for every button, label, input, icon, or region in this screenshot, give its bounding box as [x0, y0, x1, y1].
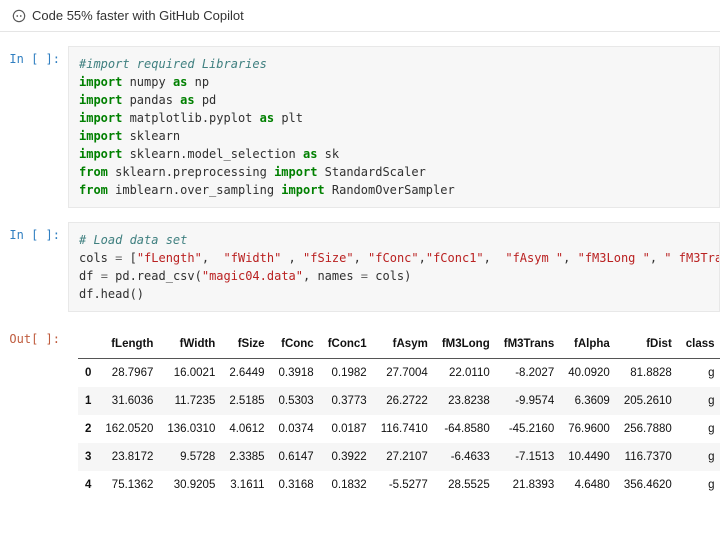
- promo-banner-text: Code 55% faster with GitHub Copilot: [32, 8, 244, 23]
- table-cell: 23.8172: [98, 443, 160, 471]
- table-cell: 27.2107: [374, 443, 435, 471]
- table-cell: g: [679, 387, 720, 415]
- column-header: fConc: [272, 330, 321, 359]
- dataframe-table: fLengthfWidthfSizefConcfConc1fAsymfM3Lon…: [78, 330, 720, 499]
- table-cell: 356.4620: [617, 471, 679, 499]
- table-cell: 0.3168: [272, 471, 321, 499]
- row-index: 1: [78, 387, 98, 415]
- column-header: fAsym: [374, 330, 435, 359]
- column-header: class: [679, 330, 720, 359]
- table-cell: g: [679, 443, 720, 471]
- table-cell: 0.0374: [272, 415, 321, 443]
- table-cell: 11.7235: [160, 387, 222, 415]
- input-prompt: In [ ]:: [0, 46, 68, 208]
- table-cell: 2.3385: [222, 443, 271, 471]
- table-cell: 9.5728: [160, 443, 222, 471]
- column-header: fSize: [222, 330, 271, 359]
- table-cell: 205.2610: [617, 387, 679, 415]
- row-index: 0: [78, 359, 98, 388]
- table-cell: 256.7880: [617, 415, 679, 443]
- table-header-row: fLengthfWidthfSizefConcfConc1fAsymfM3Lon…: [78, 330, 720, 359]
- table-cell: -6.4633: [435, 443, 497, 471]
- promo-banner[interactable]: Code 55% faster with GitHub Copilot: [0, 0, 720, 32]
- code-input[interactable]: #import required Libraries import numpy …: [68, 46, 720, 208]
- table-cell: 28.5525: [435, 471, 497, 499]
- table-row: 131.603611.72352.51850.53030.377326.2722…: [78, 387, 720, 415]
- table-cell: 30.9205: [160, 471, 222, 499]
- table-corner: [78, 330, 98, 359]
- table-cell: 22.0110: [435, 359, 497, 388]
- table-cell: 26.2722: [374, 387, 435, 415]
- table-cell: 27.7004: [374, 359, 435, 388]
- notebook: In [ ]: #import required Libraries impor…: [0, 46, 720, 519]
- code-cell-2: In [ ]: # Load data set cols = ["fLength…: [0, 222, 720, 312]
- table-cell: 6.3609: [561, 387, 617, 415]
- column-header: fDist: [617, 330, 679, 359]
- table-cell: 28.7967: [98, 359, 160, 388]
- table-cell: 2.5185: [222, 387, 271, 415]
- table-cell: 81.8828: [617, 359, 679, 388]
- table-cell: -5.5277: [374, 471, 435, 499]
- table-cell: 0.1982: [321, 359, 374, 388]
- table-cell: 0.6147: [272, 443, 321, 471]
- table-cell: 0.5303: [272, 387, 321, 415]
- table-cell: -45.2160: [497, 415, 562, 443]
- table-cell: 75.1362: [98, 471, 160, 499]
- table-cell: 23.8238: [435, 387, 497, 415]
- table-row: 475.136230.92053.16110.31680.1832-5.5277…: [78, 471, 720, 499]
- column-header: fWidth: [160, 330, 222, 359]
- table-cell: 4.0612: [222, 415, 271, 443]
- table-cell: 40.0920: [561, 359, 617, 388]
- table-cell: 2.6449: [222, 359, 271, 388]
- table-row: 323.81729.57282.33850.61470.392227.2107-…: [78, 443, 720, 471]
- table-cell: 116.7370: [617, 443, 679, 471]
- table-cell: g: [679, 415, 720, 443]
- table-cell: 0.1832: [321, 471, 374, 499]
- code-input[interactable]: # Load data set cols = ["fLength", "fWid…: [68, 222, 720, 312]
- table-cell: 0.3773: [321, 387, 374, 415]
- output-cell: Out[ ]: fLengthfWidthfSizefConcfConc1fAs…: [0, 326, 720, 499]
- column-header: fConc1: [321, 330, 374, 359]
- table-cell: 76.9600: [561, 415, 617, 443]
- output-area: fLengthfWidthfSizefConcfConc1fAsymfM3Lon…: [68, 326, 720, 499]
- table-cell: g: [679, 471, 720, 499]
- table-cell: -9.9574: [497, 387, 562, 415]
- column-header: fM3Trans: [497, 330, 562, 359]
- table-cell: -8.2027: [497, 359, 562, 388]
- table-cell: 10.4490: [561, 443, 617, 471]
- table-cell: 0.3918: [272, 359, 321, 388]
- table-cell: 31.6036: [98, 387, 160, 415]
- copilot-icon: [12, 9, 26, 23]
- table-cell: 3.1611: [222, 471, 271, 499]
- input-prompt: In [ ]:: [0, 222, 68, 312]
- table-body: 028.796716.00212.64490.39180.198227.7004…: [78, 359, 720, 500]
- code-cell-1: In [ ]: #import required Libraries impor…: [0, 46, 720, 208]
- table-cell: -7.1513: [497, 443, 562, 471]
- column-header: fM3Long: [435, 330, 497, 359]
- row-index: 4: [78, 471, 98, 499]
- table-cell: 21.8393: [497, 471, 562, 499]
- row-index: 2: [78, 415, 98, 443]
- table-cell: 0.3922: [321, 443, 374, 471]
- table-row: 028.796716.00212.64490.39180.198227.7004…: [78, 359, 720, 388]
- table-cell: -64.8580: [435, 415, 497, 443]
- table-cell: 162.0520: [98, 415, 160, 443]
- table-cell: 116.7410: [374, 415, 435, 443]
- table-cell: 136.0310: [160, 415, 222, 443]
- table-cell: 4.6480: [561, 471, 617, 499]
- table-cell: g: [679, 359, 720, 388]
- column-header: fLength: [98, 330, 160, 359]
- table-cell: 16.0021: [160, 359, 222, 388]
- table-row: 2162.0520136.03104.06120.03740.0187116.7…: [78, 415, 720, 443]
- table-cell: 0.0187: [321, 415, 374, 443]
- column-header: fAlpha: [561, 330, 617, 359]
- output-prompt: Out[ ]:: [0, 326, 68, 499]
- row-index: 3: [78, 443, 98, 471]
